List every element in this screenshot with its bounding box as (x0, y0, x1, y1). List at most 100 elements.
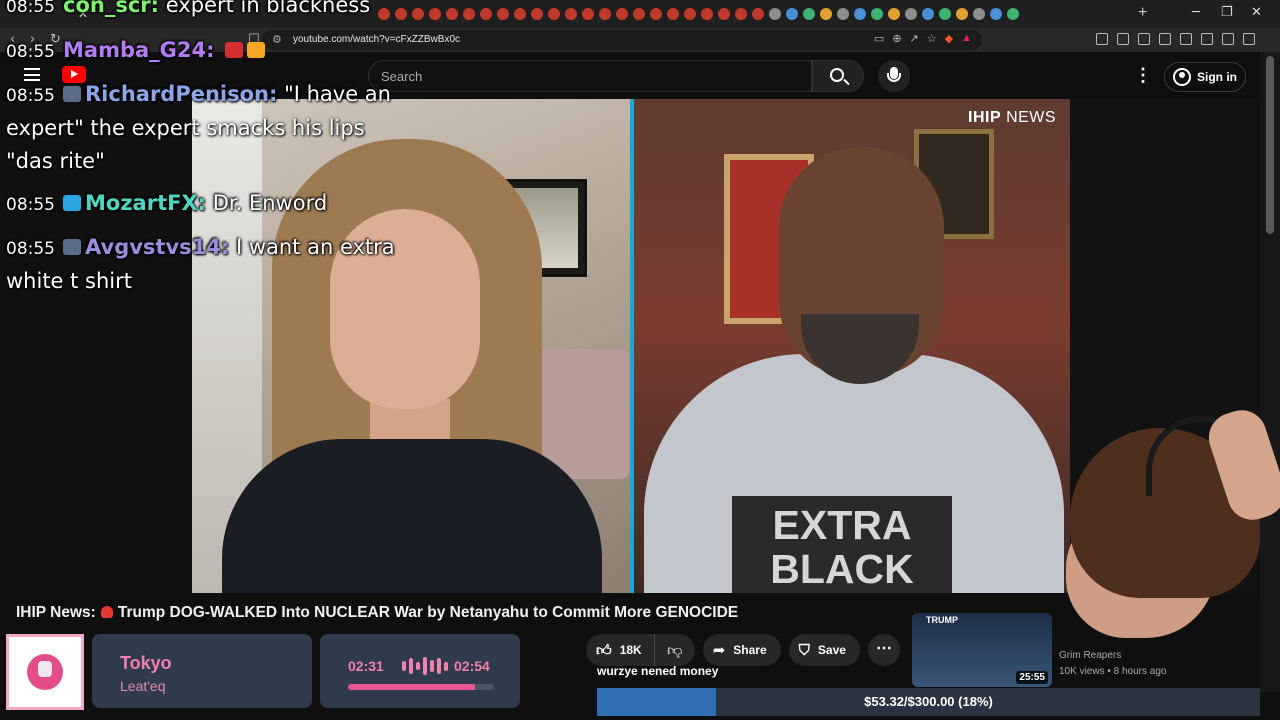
pinned-tab-icon[interactable] (480, 8, 492, 20)
pinned-tab-icon[interactable] (1007, 8, 1019, 20)
extension-icon[interactable] (1096, 33, 1108, 45)
pinned-tabs (378, 8, 1019, 20)
pinned-tab-icon[interactable] (871, 8, 883, 20)
close-window-icon[interactable]: ✕ (1251, 5, 1262, 20)
pinned-tab-icon[interactable] (616, 8, 628, 20)
address-bar[interactable]: ⚙ youtube.com/watch?v=cFxZZBwBx0c ▭ ⊕ ↗ … (262, 30, 982, 50)
pinned-tab-icon[interactable] (701, 8, 713, 20)
recommended-video-meta[interactable]: Grim Reapers 10K views • 8 hours ago (1059, 648, 1166, 680)
pinned-tab-icon[interactable] (446, 8, 458, 20)
vpn-icon[interactable] (1222, 33, 1234, 45)
dislike-button[interactable]: 👎︎ (655, 634, 695, 666)
pinned-tab-icon[interactable] (718, 8, 730, 20)
donation-goal-text: $53.32/$300.00 (18%) (864, 694, 993, 709)
menu-icon[interactable] (1243, 33, 1255, 45)
pinned-tab-icon[interactable] (650, 8, 662, 20)
save-button[interactable]: ⛉ Save (788, 634, 860, 666)
new-tab-icon[interactable]: + (1138, 4, 1147, 22)
pinned-tab-icon[interactable] (803, 8, 815, 20)
pinned-tab-icon[interactable] (990, 8, 1002, 20)
pinned-tab-icon[interactable] (514, 8, 526, 20)
pinned-tab-icon[interactable] (429, 8, 441, 20)
chat-timestamp: 08:55 (6, 42, 55, 62)
pinned-tab-icon[interactable] (837, 8, 849, 20)
pinned-tab-icon[interactable] (378, 8, 390, 20)
pinned-tab-icon[interactable] (786, 8, 798, 20)
zoom-icon[interactable]: ⊕ (892, 32, 901, 45)
share-button[interactable]: ➦ Share (702, 634, 781, 666)
settings-menu-icon[interactable]: ⋮ (1134, 66, 1152, 84)
rewards-icon[interactable]: ▲ (961, 32, 972, 45)
extensions-bar (1096, 33, 1255, 45)
pinned-tab-icon[interactable] (956, 8, 968, 20)
restore-icon[interactable]: ❐ (1221, 5, 1233, 20)
chat-continuation: "das rite" (6, 149, 105, 173)
chat-continuation: expert" the expert smacks his lips (6, 116, 365, 140)
sign-in-button[interactable]: Sign in (1164, 62, 1246, 92)
share-page-icon[interactable]: ↗ (910, 32, 919, 45)
chat-timestamp: 08:55 (6, 0, 55, 17)
pinned-tab-icon[interactable] (497, 8, 509, 20)
pinned-tab-icon[interactable] (463, 8, 475, 20)
minimize-icon[interactable]: ─ (1192, 5, 1200, 20)
pinned-tab-icon[interactable] (395, 8, 407, 20)
extension-icon[interactable] (1117, 33, 1129, 45)
song-progress-bar (348, 684, 494, 690)
pinned-tab-icon[interactable] (820, 8, 832, 20)
pinned-tab-icon[interactable] (888, 8, 900, 20)
scrollbar-thumb[interactable] (1266, 56, 1274, 234)
sidebar-icon[interactable] (1159, 33, 1171, 45)
youtube-badge-icon (225, 42, 244, 58)
pinned-tab-icon[interactable] (667, 8, 679, 20)
song-artist: Leat'eq (120, 678, 166, 694)
search-box[interactable] (368, 60, 812, 92)
address-url[interactable]: youtube.com/watch?v=cFxZZBwBx0c (293, 34, 460, 45)
pinned-tab-icon[interactable] (735, 8, 747, 20)
cube-badge-icon (63, 195, 81, 211)
recommended-video-thumbnail[interactable]: TRUMP 25:55 (912, 613, 1052, 687)
guest-video-panel (192, 99, 630, 593)
pinned-tab-icon[interactable] (633, 8, 645, 20)
pinned-tab-icon[interactable] (973, 8, 985, 20)
music-icon[interactable] (1138, 33, 1150, 45)
video-title-prefix: IHIP News: (16, 604, 96, 621)
pinned-tab-icon[interactable] (854, 8, 866, 20)
like-button[interactable]: 👍︎ 18K (586, 634, 655, 666)
pinned-tab-icon[interactable] (922, 8, 934, 20)
pinned-tab-icon[interactable] (769, 8, 781, 20)
chat-text: expert in blackness (165, 0, 371, 17)
search-input[interactable] (381, 61, 801, 91)
like-dislike-group: 👍︎ 18K 👎︎ (586, 634, 695, 666)
voice-search-button[interactable] (878, 60, 910, 92)
equalizer-icon (402, 656, 448, 676)
chat-username: con_scr: (63, 0, 160, 17)
song-time-card: 02:31 02:54 (320, 634, 520, 708)
more-actions-button[interactable]: ⋯ (867, 634, 900, 666)
chat-message: 08:55 RichardPenison: "I have an (6, 77, 391, 113)
video-player[interactable]: EXTRA BLACK IHIP NEWS (192, 99, 1070, 593)
pinned-tab-icon[interactable] (752, 8, 764, 20)
search-icon (830, 68, 844, 82)
pinned-tab-icon[interactable] (548, 8, 560, 20)
cast-icon[interactable]: ▭ (874, 32, 884, 45)
thumbs-up-icon: 👍︎ (596, 640, 612, 659)
pinned-tab-icon[interactable] (531, 8, 543, 20)
star-icon[interactable]: ☆ (927, 32, 937, 45)
like-count: 18K (619, 643, 642, 657)
pinned-tab-icon[interactable] (684, 8, 696, 20)
chat-text: I want an extra (235, 235, 395, 259)
brave-shield-icon[interactable]: ◆ (945, 32, 953, 45)
pinned-tab-icon[interactable] (599, 8, 611, 20)
pinned-tab-icon[interactable] (939, 8, 951, 20)
chat-text: Dr. Enword (212, 191, 328, 215)
search-button[interactable] (812, 60, 864, 92)
wallet-icon[interactable] (1180, 33, 1192, 45)
video-duration: 25:55 (1016, 671, 1048, 684)
pinned-tab-icon[interactable] (905, 8, 917, 20)
pinned-tab-icon[interactable] (582, 8, 594, 20)
shirt-line-1: EXTRA (772, 502, 912, 548)
leo-icon[interactable] (1201, 33, 1213, 45)
pinned-tab-icon[interactable] (565, 8, 577, 20)
site-info-icon[interactable]: ⚙ (272, 33, 282, 46)
pinned-tab-icon[interactable] (412, 8, 424, 20)
